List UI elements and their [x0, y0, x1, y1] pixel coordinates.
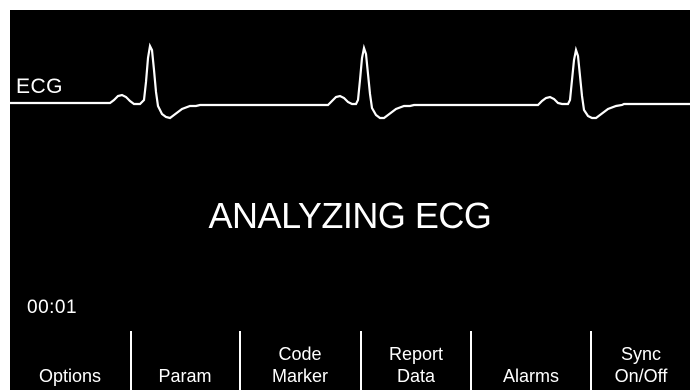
- softkey-bar: Options Param Code Marker Report Data Al…: [10, 330, 690, 390]
- softkey-report-data[interactable]: Report Data: [362, 330, 470, 390]
- ecg-waveform: [10, 42, 690, 120]
- monitor-screen: ECG ANALYZING ECG 00:01 Options Param Co…: [10, 10, 690, 390]
- softkey-sync-on-off[interactable]: Sync On/Off: [592, 330, 690, 390]
- ecg-lead-label: ECG: [16, 75, 64, 98]
- status-message: ANALYZING ECG: [208, 195, 492, 236]
- ecg-trace: [10, 42, 690, 120]
- softkey-options[interactable]: Options: [10, 330, 130, 390]
- elapsed-timer: 00:01: [27, 297, 78, 318]
- softkey-code-marker[interactable]: Code Marker: [241, 330, 359, 390]
- softkey-alarms[interactable]: Alarms: [472, 330, 590, 390]
- softkey-param[interactable]: Param: [132, 330, 238, 390]
